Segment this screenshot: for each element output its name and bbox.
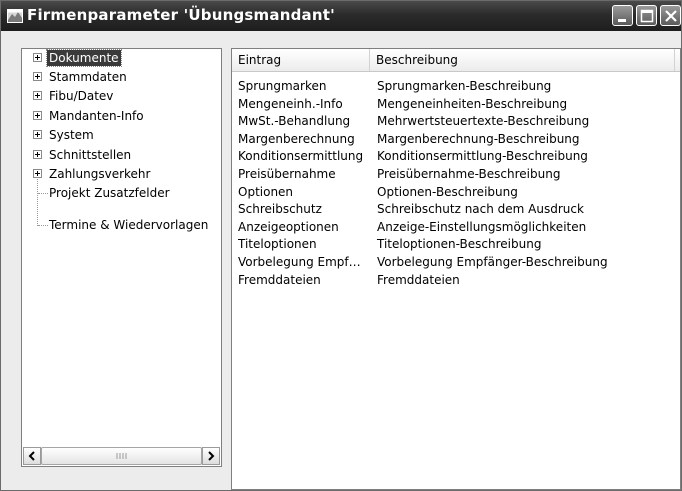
maximize-button[interactable] (636, 5, 657, 26)
tree-item-label: Zahlungsverkehr (49, 167, 151, 181)
minimize-button[interactable] (612, 5, 633, 26)
close-button[interactable] (660, 5, 681, 26)
plus-expander-icon[interactable] (33, 53, 42, 62)
tree-connector-line (37, 177, 38, 226)
description-cell: Vorbelegung Empfänger-Beschreibung (377, 255, 608, 269)
scroll-left-button[interactable] (23, 447, 41, 465)
tree-item-label: Fibu/Datev (49, 89, 114, 103)
horizontal-scrollbar[interactable] (23, 447, 220, 465)
entry-cell: Titeloptionen (238, 237, 317, 252)
parameters-window: Firmenparameter 'Übungsmandant' Dokument… (0, 0, 682, 491)
description-cell: Sprungmarken-Beschreibung (377, 79, 552, 93)
description-cell: Fremddateien (377, 272, 460, 287)
app-window-icon (7, 9, 23, 23)
entry-cell: Preisübernahme (238, 167, 336, 181)
description-cell: Mehrwertsteuertexte-Beschreibung (377, 114, 590, 129)
entry-cell: Vorbelegung Empf… (238, 255, 361, 269)
column-header-eintrag[interactable]: Eintrag (232, 49, 370, 71)
entry-cell: Anzeigeoptionen (238, 219, 339, 234)
description-cell: Titeloptionen-Beschreibung (377, 237, 542, 252)
description-cell: Preisübernahme-Beschreibung (377, 167, 561, 181)
title-bar[interactable]: Firmenparameter 'Übungsmandant' (1, 1, 681, 31)
entry-cell: MwSt.-Behandlung (238, 114, 351, 129)
tree-item-label: Stammdaten (49, 70, 127, 84)
plus-expander-icon[interactable] (33, 91, 42, 100)
description-cell: Optionen-Beschreibung (377, 184, 518, 199)
plus-expander-icon[interactable] (33, 111, 42, 120)
scroll-right-arrow-icon (208, 451, 215, 461)
maximize-icon (640, 9, 654, 23)
description-cell: Konditionsermittlung-Beschreibung (377, 149, 588, 164)
close-icon (665, 10, 677, 22)
description-cell: Anzeige-Einstellungsmöglichkeiten (377, 219, 587, 234)
tree-item-label: System (49, 128, 94, 142)
plus-expander-icon[interactable] (33, 130, 42, 139)
parameter-list[interactable]: Eintrag Beschreibung Sprungmarken Sprungm… (231, 48, 681, 490)
tree-item-label: Dokumente (46, 49, 122, 67)
entry-cell: Konditionsermittlung (238, 149, 364, 164)
tree-item-label: Projekt Zusatzfelder (49, 186, 170, 200)
tree-item-label: Termine & Wiedervorlagen (49, 218, 209, 232)
scrollbar-thumb[interactable] (41, 447, 202, 465)
tree-item-label: Mandanten-Info (49, 109, 144, 123)
description-cell: Schreibschutz nach dem Ausdruck (377, 202, 584, 217)
column-header-beschreibung[interactable]: Beschreibung (370, 49, 675, 71)
plus-expander-icon[interactable] (33, 150, 42, 159)
entry-cell: Margenberechnung (238, 131, 355, 146)
entry-cell: Sprungmarken (238, 79, 327, 93)
scroll-right-button[interactable] (202, 447, 220, 465)
entry-cell: Fremddateien (238, 272, 321, 287)
window-title: Firmenparameter 'Übungsmandant' (27, 6, 335, 24)
description-cell: Mengeneinheiten-Beschreibung (377, 96, 568, 111)
list-header: Eintrag Beschreibung (232, 49, 680, 72)
category-tree[interactable]: Dokumente Stammdaten Fibu/Datev Mandante… (21, 48, 222, 467)
entry-cell: Mengeneinh.-Info (238, 96, 343, 111)
description-cell: Margenberechnung-Beschreibung (377, 131, 580, 146)
tree-item-label: Schnittstellen (49, 148, 132, 162)
grip-icon (116, 453, 127, 459)
entry-cell: Optionen (238, 184, 294, 199)
plus-expander-icon[interactable] (33, 72, 42, 81)
entry-cell: Schreibschutz (238, 202, 322, 217)
minimize-icon (618, 19, 626, 22)
scroll-left-arrow-icon (28, 451, 35, 461)
